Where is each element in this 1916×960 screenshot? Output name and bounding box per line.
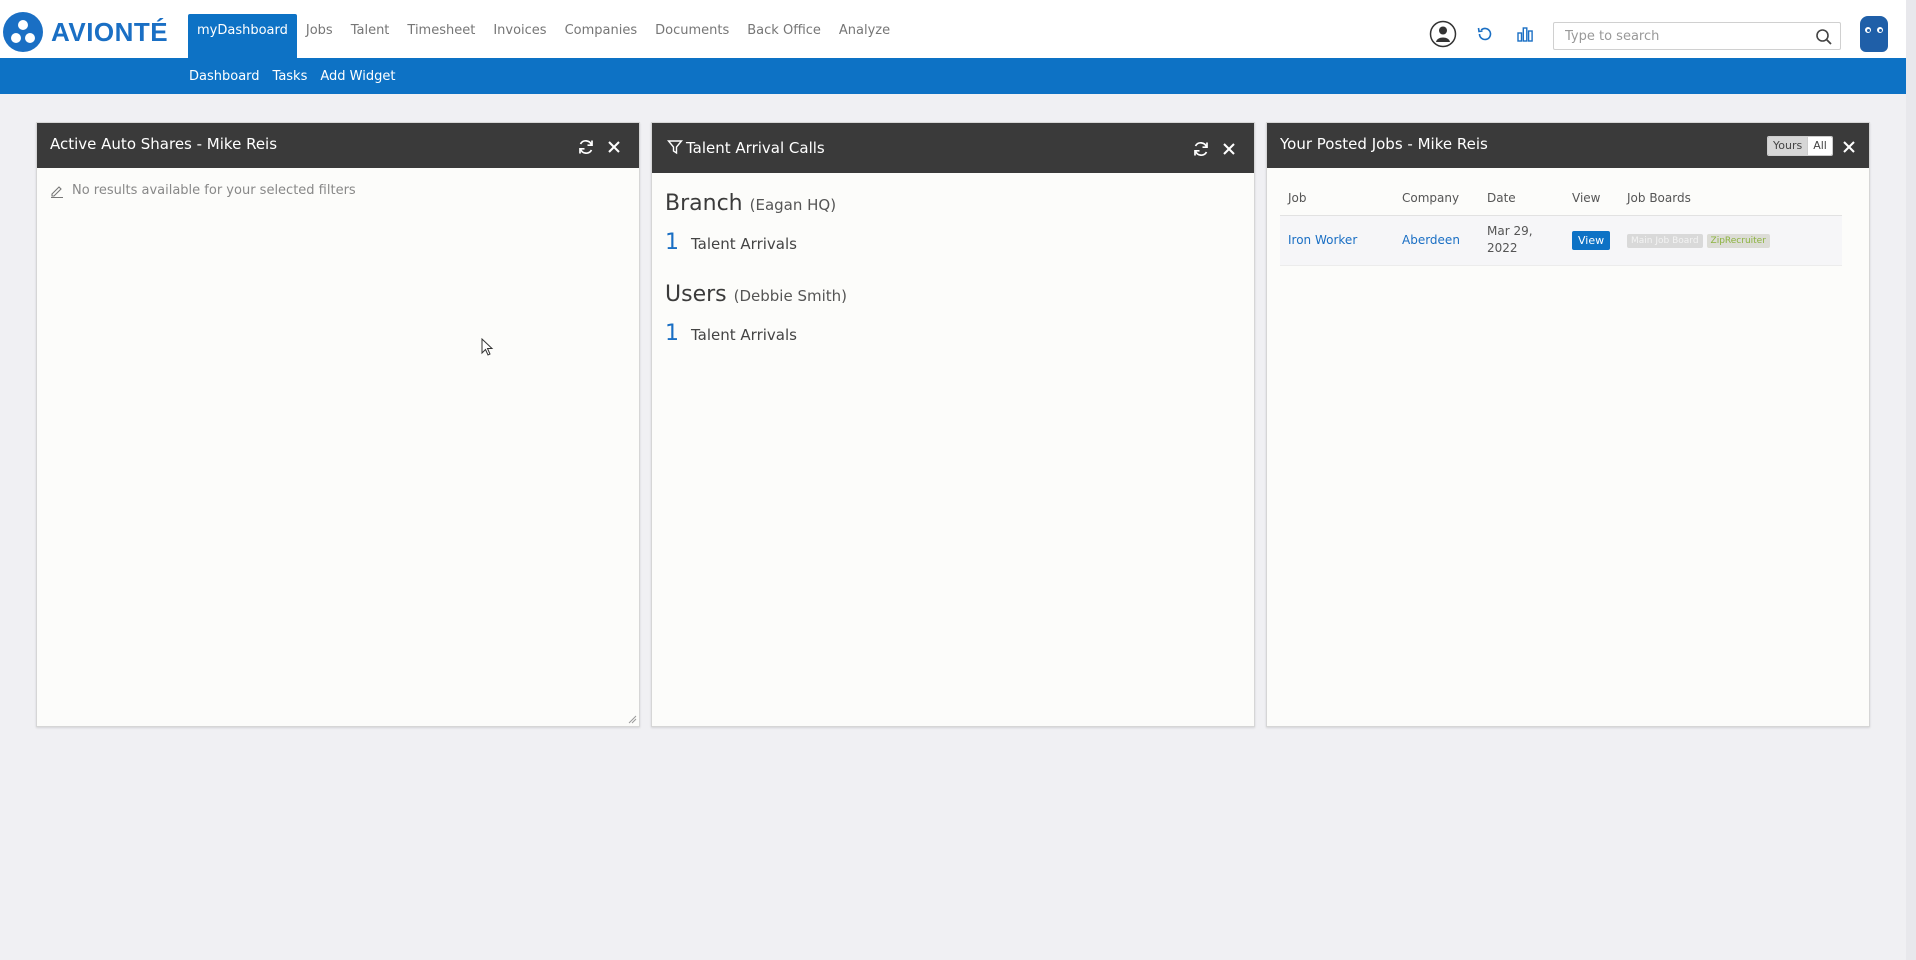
branch-arrivals-label: Talent Arrivals: [691, 235, 797, 253]
toggle-yours[interactable]: Yours: [1768, 137, 1808, 155]
filter-icon[interactable]: [664, 136, 686, 158]
search-input[interactable]: [1554, 23, 1804, 49]
edit-icon: [51, 185, 63, 198]
branch-arrivals-row[interactable]: 1 Talent Arrivals: [665, 230, 836, 255]
global-search: [1553, 22, 1841, 50]
users-arrivals-count[interactable]: 1: [665, 321, 679, 346]
nav-item-jobs[interactable]: Jobs: [297, 14, 342, 58]
sub-navigation-bar: Dashboard Tasks Add Widget: [0, 58, 1906, 94]
users-heading: Users (Debbie Smith): [665, 282, 847, 307]
resize-handle-icon[interactable]: [627, 714, 637, 724]
users-arrivals-row[interactable]: 1 Talent Arrivals: [665, 321, 847, 346]
nav-item-analyze[interactable]: Analyze: [830, 14, 899, 58]
search-icon[interactable]: [1814, 27, 1834, 47]
job-board-badge-main[interactable]: Main Job Board: [1627, 234, 1703, 248]
close-icon[interactable]: [1838, 136, 1860, 158]
subnav-tasks[interactable]: Tasks: [273, 69, 308, 84]
column-header-view: View: [1564, 181, 1619, 216]
job-link[interactable]: Iron Worker: [1288, 233, 1357, 247]
brand-name: AVIONTÉ: [51, 16, 169, 47]
widget-title: Talent Arrival Calls: [686, 139, 825, 157]
widget-header: Active Auto Shares - Mike Reis: [37, 123, 639, 168]
widget-talent-arrival-calls: Talent Arrival Calls Branch (Eagan HQ) 1…: [651, 122, 1255, 727]
column-header-company[interactable]: Company: [1394, 181, 1479, 216]
widget-header: Your Posted Jobs - Mike Reis Yours All: [1267, 123, 1869, 168]
nav-item-invoices[interactable]: Invoices: [484, 14, 555, 58]
job-board-badge-ziprecruiter[interactable]: ZipRecruiter: [1706, 234, 1770, 248]
column-header-job-boards: Job Boards: [1619, 181, 1842, 216]
yours-all-toggle: Yours All: [1767, 136, 1833, 156]
view-button[interactable]: View: [1572, 230, 1611, 250]
main-nav: myDashboard Jobs Talent Timesheet Invoic…: [188, 14, 899, 58]
avionte-logo-mark-icon: [3, 12, 43, 52]
history-icon[interactable]: [1471, 20, 1499, 48]
nav-item-mydashboard[interactable]: myDashboard: [188, 14, 297, 58]
date-line-2: 2022: [1487, 241, 1518, 255]
toggle-all[interactable]: All: [1807, 137, 1832, 155]
owl-assistant-icon[interactable]: [1860, 16, 1888, 52]
table-header-row: Job Company Date View Job Boards: [1280, 181, 1842, 216]
refresh-icon[interactable]: [1190, 138, 1212, 160]
window-edge: [1906, 0, 1916, 960]
close-icon[interactable]: [1218, 138, 1240, 160]
company-link[interactable]: Aberdeen: [1402, 233, 1460, 247]
empty-state-message: No results available for your selected f…: [72, 183, 356, 198]
empty-state: No results available for your selected f…: [50, 183, 356, 198]
subnav-dashboard[interactable]: Dashboard: [189, 69, 260, 84]
nav-item-talent[interactable]: Talent: [342, 14, 399, 58]
users-label: Users: [665, 282, 727, 307]
branch-value: (Eagan HQ): [749, 196, 837, 214]
table-row: Iron Worker Aberdeen Mar 29, 2022 View M…: [1280, 215, 1842, 266]
top-navigation-bar: AVIONTÉ myDashboard Jobs Talent Timeshee…: [0, 0, 1906, 58]
branch-section: Branch (Eagan HQ) 1 Talent Arrivals: [665, 191, 836, 255]
widget-your-posted-jobs: Your Posted Jobs - Mike Reis Yours All J…: [1266, 122, 1870, 727]
refresh-icon[interactable]: [575, 136, 597, 158]
nav-item-back-office[interactable]: Back Office: [738, 14, 830, 58]
widget-title: Active Auto Shares - Mike Reis: [50, 135, 278, 153]
users-section: Users (Debbie Smith) 1 Talent Arrivals: [665, 282, 847, 346]
mouse-cursor-icon: [481, 338, 494, 356]
column-header-date[interactable]: Date: [1479, 181, 1564, 216]
subnav-add-widget[interactable]: Add Widget: [320, 69, 395, 84]
branch-label: Branch: [665, 191, 743, 216]
bar-chart-icon[interactable]: [1511, 20, 1539, 48]
nav-item-timesheet[interactable]: Timesheet: [398, 14, 484, 58]
branch-heading: Branch (Eagan HQ): [665, 191, 836, 216]
date-line-1: Mar 29,: [1487, 224, 1533, 238]
widget-active-auto-shares: Active Auto Shares - Mike Reis No result…: [36, 122, 640, 727]
column-header-job[interactable]: Job: [1280, 181, 1394, 216]
nav-item-documents[interactable]: Documents: [646, 14, 738, 58]
posted-jobs-table: Job Company Date View Job Boards Iron Wo…: [1280, 181, 1842, 266]
nav-item-companies[interactable]: Companies: [556, 14, 647, 58]
close-icon[interactable]: [603, 136, 625, 158]
users-arrivals-label: Talent Arrivals: [691, 326, 797, 344]
avionte-logo[interactable]: AVIONTÉ: [3, 12, 168, 52]
users-value: (Debbie Smith): [733, 287, 847, 305]
widget-title: Your Posted Jobs - Mike Reis: [1280, 135, 1488, 153]
branch-arrivals-count[interactable]: 1: [665, 230, 679, 255]
widget-header: Talent Arrival Calls: [652, 123, 1254, 173]
date-cell: Mar 29, 2022: [1479, 215, 1564, 266]
user-profile-icon[interactable]: [1429, 20, 1457, 48]
